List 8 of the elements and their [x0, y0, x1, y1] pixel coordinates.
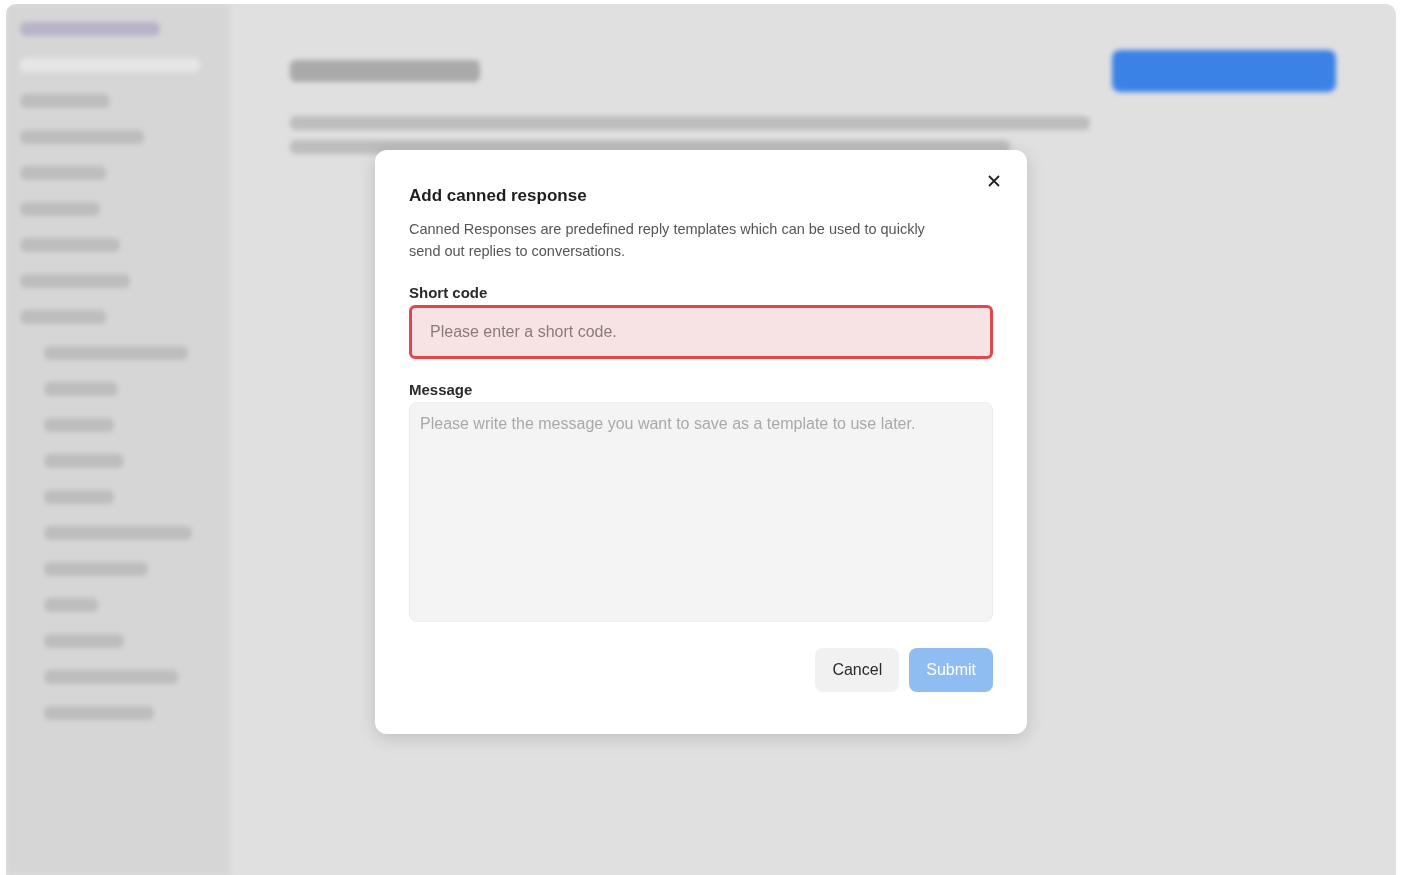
cancel-button[interactable]: Cancel	[815, 648, 900, 692]
field-label: Short code	[409, 284, 489, 301]
field-label: Message	[409, 381, 474, 398]
dialog-title: Add canned response	[409, 186, 588, 206]
message-field[interactable]: Please write the message you want to save as a template to use later.	[409, 402, 993, 622]
close-icon	[987, 174, 1001, 188]
short-code-field[interactable]: Please enter a short code.	[409, 305, 993, 359]
dialog-description: Canned Responses are predefined reply templates which can be used to quickly send out replies to conversations.	[409, 220, 926, 261]
